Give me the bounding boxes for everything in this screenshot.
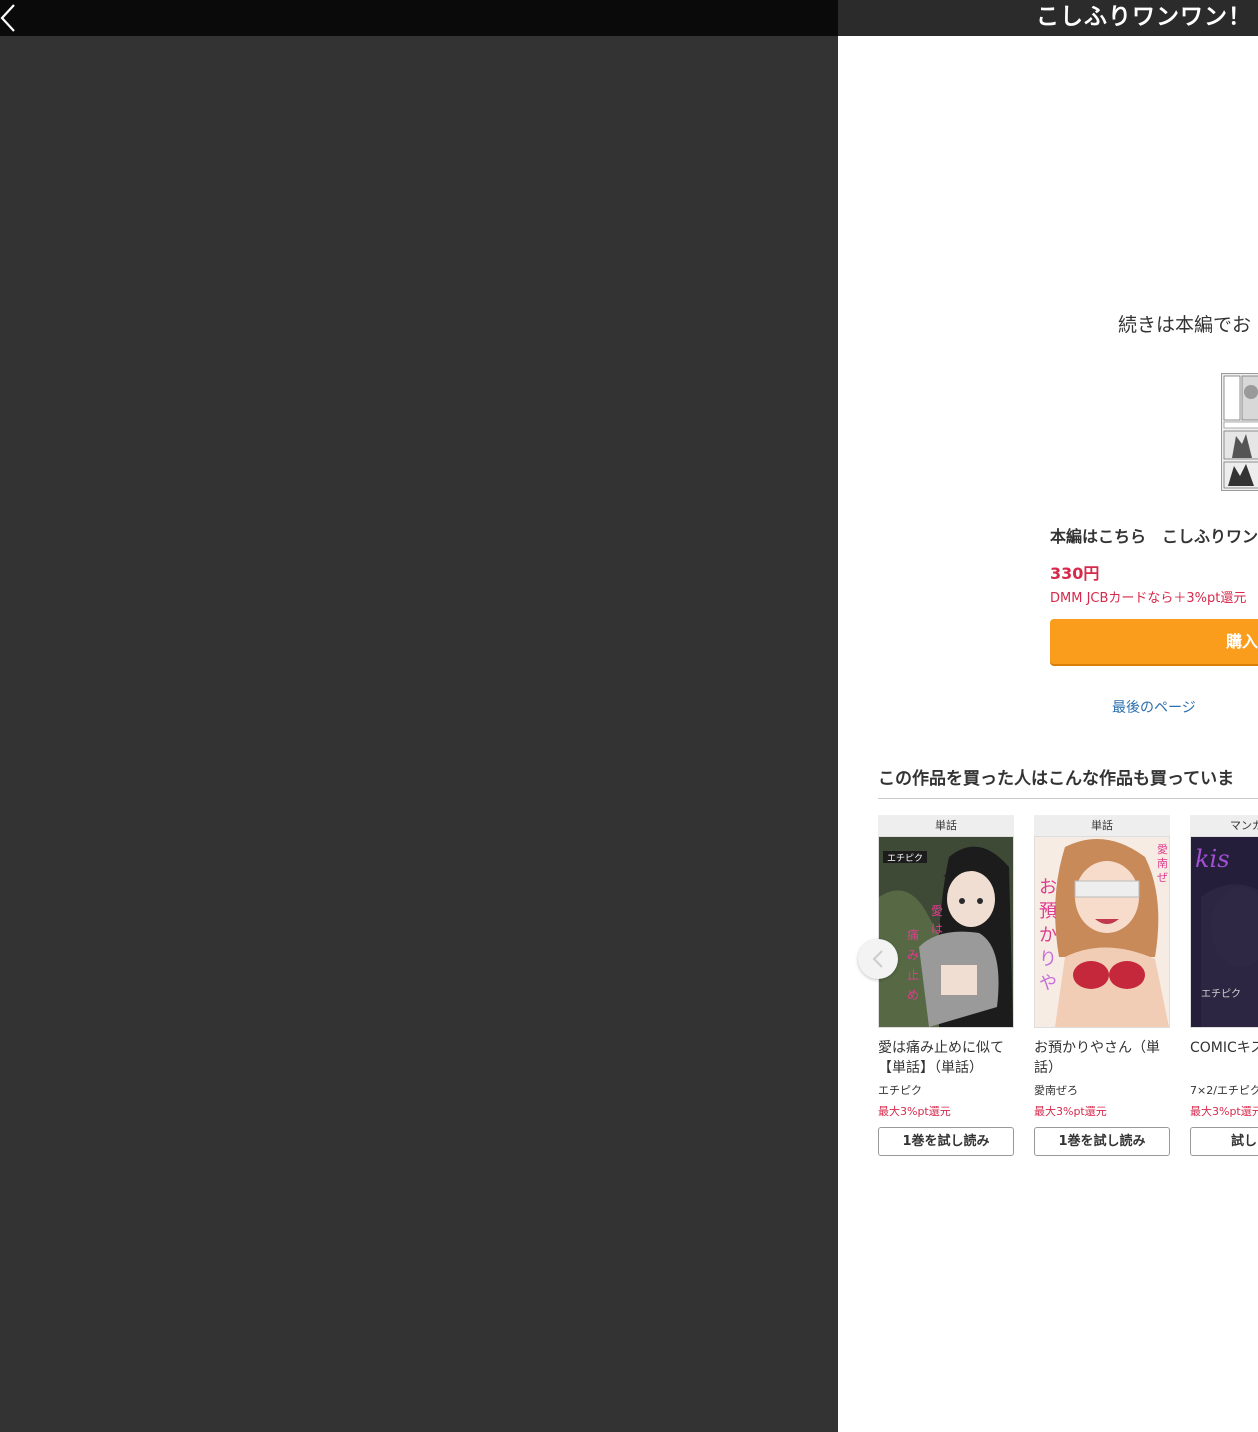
svg-text:め: め — [907, 988, 919, 1002]
main-work-title[interactable]: 本編はこちら こしふりワン — [1050, 523, 1258, 547]
svg-text:kis: kis — [1195, 845, 1230, 873]
svg-text:り: り — [1039, 949, 1057, 970]
cover-thumbnail[interactable] — [1221, 373, 1258, 491]
recommendation-card[interactable]: 単話 愛 南 ぜ お 預 か り や お預かりやさん（単話） 愛南ぜろ 最大3%… — [1034, 815, 1170, 1156]
manga-page-image — [1222, 374, 1258, 490]
card-badge: 単話 — [878, 815, 1014, 836]
card-title[interactable]: お預かりやさん（単話） — [1034, 1038, 1170, 1078]
continue-message: 続きは本編でお — [1118, 314, 1252, 336]
recommendations-heading: この作品を買った人はこんな作品も買っていま — [878, 769, 1235, 789]
card-points: 最大3%pt還元 — [1034, 1105, 1107, 1118]
trial-read-button[interactable]: 1巻を試し読み — [1034, 1127, 1170, 1156]
title-bar: こしふりワンワン！ — [838, 0, 1258, 36]
card-author[interactable]: エチピク — [878, 1082, 1014, 1098]
svg-text:止: 止 — [907, 968, 919, 982]
page-title: こしふりワンワン！ — [1036, 4, 1252, 30]
svg-text:預: 預 — [1039, 901, 1057, 922]
card-badge: マンガ — [1190, 815, 1258, 836]
chevron-left-icon — [872, 950, 883, 968]
trial-read-button[interactable]: 1巻を試し読み — [878, 1127, 1014, 1156]
card-author[interactable]: 愛南ぜろ — [1034, 1082, 1170, 1098]
card-author[interactable]: 7×2/エチピク — [1190, 1082, 1258, 1098]
buy-button[interactable]: 購入 — [1050, 619, 1258, 664]
svg-text:み: み — [907, 948, 919, 962]
recommendation-card[interactable]: 単話 エチピク 愛 は 痛 み 止 め 愛は痛み止めに似て【単話】（単話） エチ… — [878, 815, 1014, 1156]
divider — [878, 798, 1258, 799]
back-button[interactable] — [0, 0, 22, 36]
card-points: 最大3%pt還元 — [878, 1105, 951, 1118]
price: 330円 — [1050, 564, 1100, 583]
last-page-link[interactable]: 最後のページ — [1112, 697, 1196, 717]
card-title[interactable]: COMICキス — [1190, 1038, 1258, 1078]
svg-text:愛: 愛 — [1157, 843, 1168, 856]
chevron-left-icon — [0, 4, 15, 32]
svg-text:愛: 愛 — [931, 904, 943, 918]
card-badge: 単話 — [1034, 815, 1170, 836]
viewer-area[interactable] — [0, 36, 838, 1432]
card-cover-image[interactable]: kis エチピク — [1190, 836, 1258, 1028]
card-cover-image[interactable]: エチピク 愛 は 痛 み 止 め — [878, 836, 1014, 1028]
svg-text:は: は — [931, 922, 943, 936]
svg-text:お: お — [1039, 877, 1057, 898]
end-panel: 続きは本編でお 本編はこちら こしふりワン 330円 DMM JCBカードなら＋… — [838, 36, 1258, 1432]
svg-text:エチピク: エチピク — [1201, 988, 1241, 1000]
card-points: 最大3%pt還元 — [1190, 1105, 1258, 1118]
svg-text:南: 南 — [1157, 857, 1168, 870]
svg-text:か: か — [1039, 925, 1057, 946]
card-title[interactable]: 愛は痛み止めに似て【単話】（単話） — [878, 1038, 1014, 1078]
svg-text:エチピク: エチピク — [887, 853, 923, 864]
card-cover-image[interactable]: 愛 南 ぜ お 預 か り や — [1034, 836, 1170, 1028]
svg-text:や: や — [1039, 973, 1057, 994]
trial-read-button[interactable]: 試し — [1190, 1127, 1258, 1156]
recommendation-card[interactable]: マンガ kis エチピク COMICキス 7×2/エチピク 最大3%pt還元 試… — [1190, 815, 1258, 1156]
svg-text:痛: 痛 — [907, 927, 919, 942]
points-note: DMM JCBカードなら＋3%pt還元 — [1050, 591, 1247, 606]
svg-text:ぜ: ぜ — [1157, 871, 1168, 884]
carousel-prev-button[interactable] — [858, 939, 898, 979]
